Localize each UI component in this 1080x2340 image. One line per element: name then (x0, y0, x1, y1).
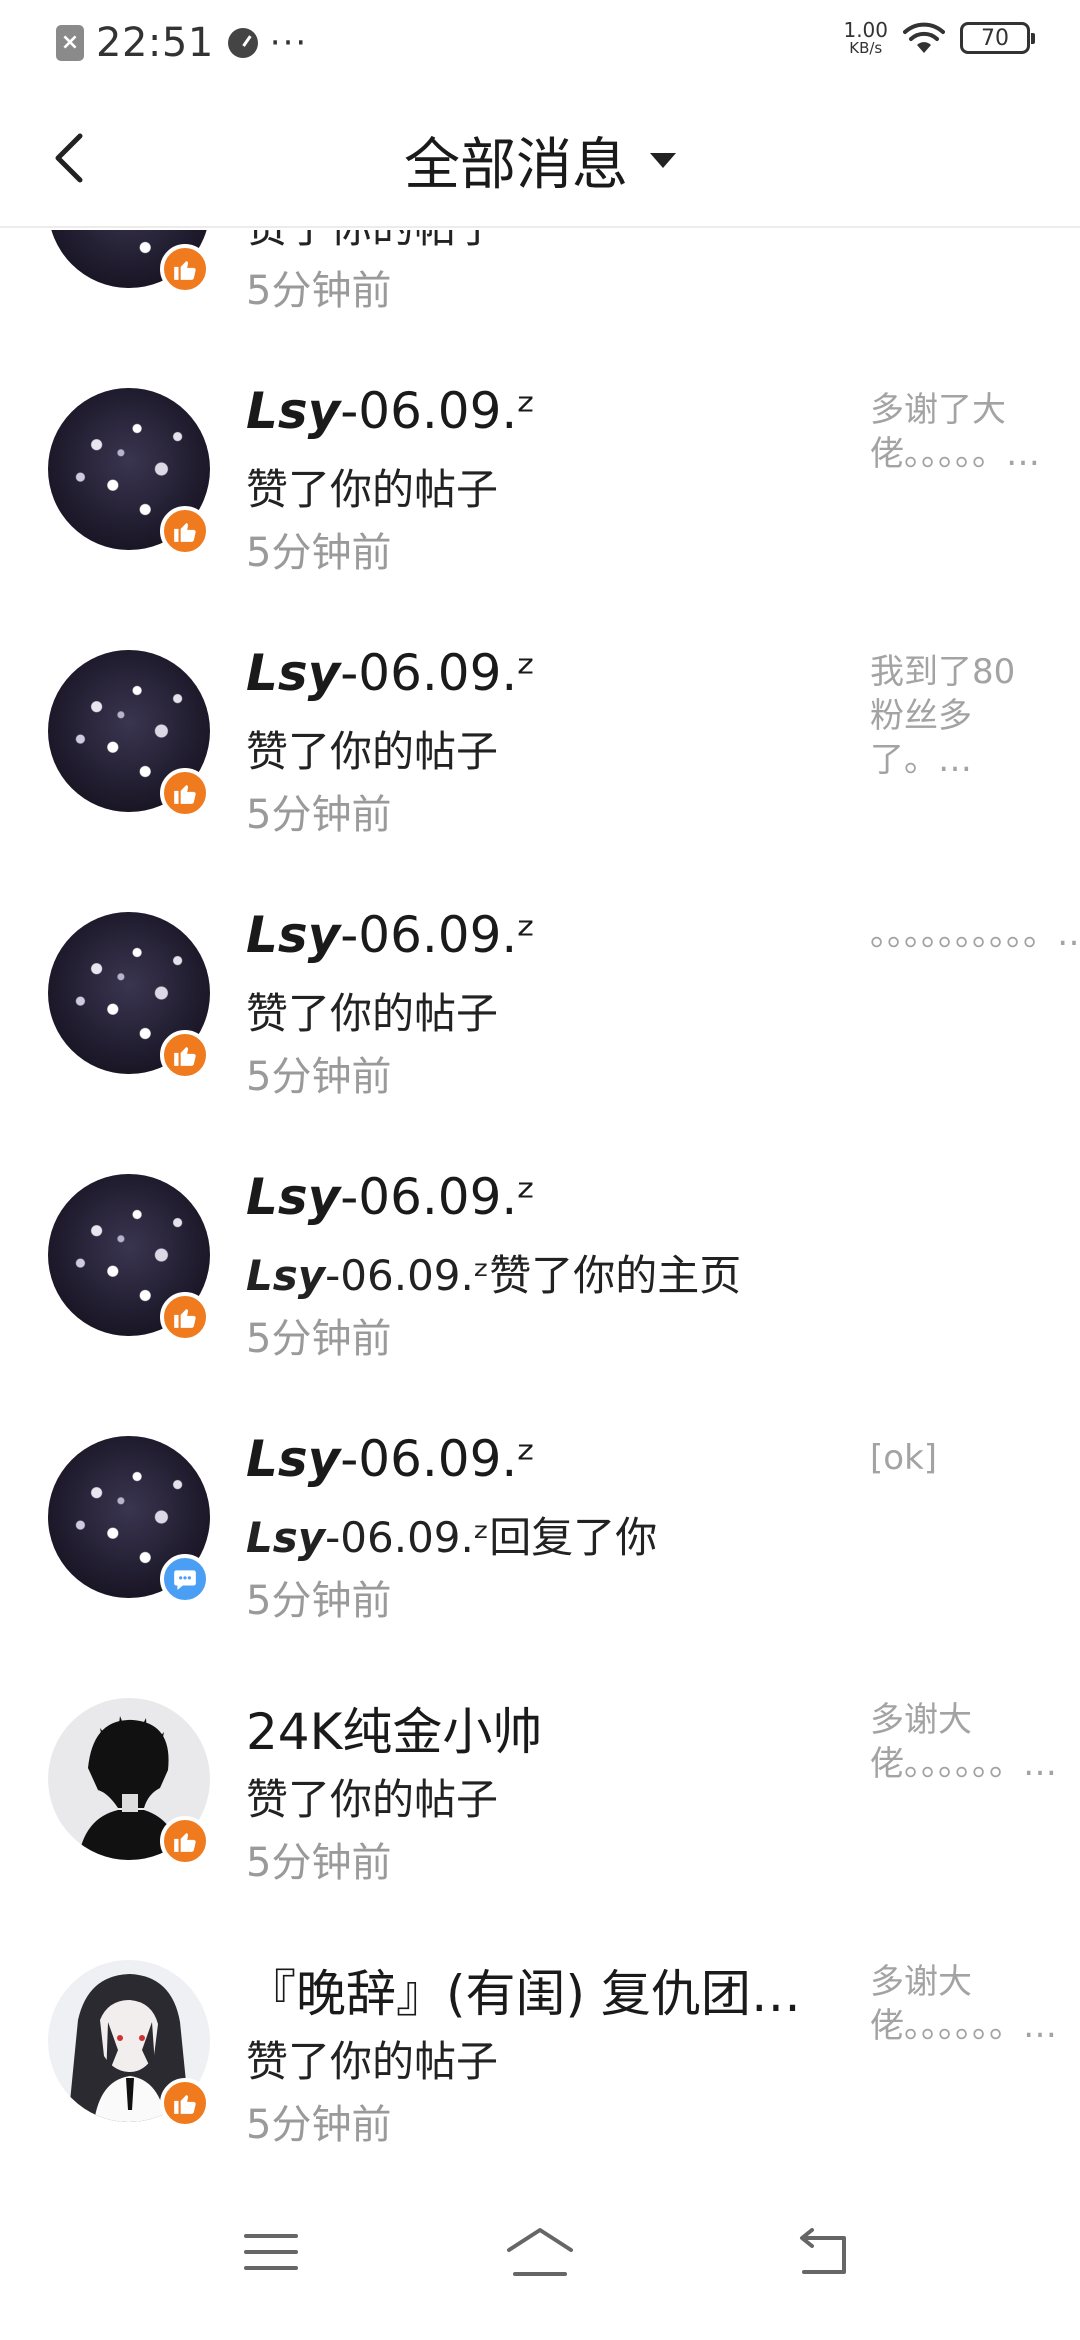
sender-name-rest: -06.09.ᶻ (340, 644, 536, 702)
message-filter-dropdown[interactable]: 全部消息 (0, 120, 1080, 201)
sender-name[interactable]: Lsy-06.09.ᶻ (246, 1168, 536, 1226)
message-item[interactable]: 『晚辞』(有闺) 复仇团… 赞了你的帖子 5分钟前 多谢大佬。。。。。。… (0, 1924, 1080, 2170)
sender-name-rest: 24K纯金小帅 (246, 1703, 543, 1761)
post-preview[interactable]: 多谢了大佬。。。。。… (870, 388, 1040, 476)
message-time: 5分钟前 (246, 530, 392, 576)
message-time: 5分钟前 (246, 792, 392, 838)
message-item[interactable]: Lsy-06.09.ᶻ Lsy-06.09.ᶻ赞了你的主页 5分钟前 (0, 1138, 1080, 1400)
action-rest: 赞了你的帖子 (246, 465, 499, 514)
action-rest: -06.09.ᶻ回复了你 (325, 1513, 658, 1562)
action-text: 赞了你的帖子 (246, 2028, 498, 2089)
home-icon[interactable] (505, 2222, 575, 2282)
status-bar: × 22:51 ··· 1.00 KB/s 70 (0, 0, 1080, 84)
more-notifications-icon: ··· (269, 23, 309, 63)
message-time: 5分钟前 (246, 1578, 392, 1624)
sender-name[interactable]: Lsy-06.09.ᶻ (246, 644, 536, 702)
status-time: 22:51 (96, 20, 214, 66)
message-item[interactable]: Lsy-06.09.ᶻ 赞了你的帖子 5分钟前 。。。。。。。。。。… (0, 876, 1080, 1138)
action-text: 赞了你的帖子 (246, 456, 498, 517)
page-title[interactable]: 全部消息 (404, 120, 628, 201)
action-text: 赞了你的帖子 (246, 980, 498, 1041)
action-rest: 赞了你的帖子 (246, 989, 499, 1038)
action-text: 赞了你的帖子 (246, 718, 498, 779)
battery-level: 70 (981, 25, 1009, 51)
sender-name-rest: -06.09.ᶻ (340, 906, 536, 964)
message-item[interactable]: Lsy-06.09.ᶻ Lsy-06.09.ᶻ回复了你 5分钟前 [ok] (0, 1400, 1080, 1662)
post-preview[interactable]: 。。。。。。。。。。… (870, 912, 1080, 956)
action-rest: 赞了你的帖子 (246, 2037, 499, 2086)
like-badge-icon (160, 1292, 210, 1342)
action-text: Lsy-06.09.ᶻ回复了你 (246, 1504, 657, 1565)
system-nav-bar (0, 2170, 1080, 2340)
message-time: 5分钟前 (246, 268, 392, 314)
sender-name[interactable]: Lsy-06.09.ᶻ (246, 1430, 536, 1488)
like-badge-icon (160, 2078, 210, 2128)
battery-icon: 70 (960, 22, 1035, 54)
like-badge-icon (160, 244, 210, 294)
message-time: 5分钟前 (246, 1054, 392, 1100)
action-bold: Lsy (246, 1251, 326, 1300)
action-rest: 赞了你的帖子 (246, 1775, 499, 1824)
system-back-icon[interactable] (790, 2222, 860, 2282)
speed-gauge-icon (227, 28, 258, 58)
like-badge-icon (160, 1816, 210, 1866)
sender-name-rest: -06.09.ᶻ (340, 1430, 536, 1488)
action-text: Lsy-06.09.ᶻ赞了你的主页 (246, 1242, 741, 1303)
sender-name[interactable]: Lsy-06.09.ᶻ (246, 382, 536, 440)
sender-name[interactable]: Lsy-06.09.ᶻ (246, 906, 536, 964)
message-time: 5分钟前 (246, 2102, 392, 2148)
action-text: 赞了你的帖子 (246, 1766, 498, 1827)
post-preview[interactable]: 多谢大佬。。。。。。… (870, 1960, 1057, 2048)
message-item[interactable]: Lsy-06.09.ᶻ 赞了你的帖子 5分钟前 多谢了大佬。。。。。… (0, 352, 1080, 614)
sender-name[interactable]: 24K纯金小帅 (246, 1692, 542, 1764)
message-time: 5分钟前 (246, 1316, 392, 1362)
sender-name-rest: -06.09.ᶻ (340, 382, 536, 440)
action-rest: 赞了你的帖子 (246, 727, 499, 776)
network-speed-unit: KB/s (849, 39, 883, 57)
sender-name[interactable]: 『晚辞』(有闺) 复仇团… (246, 1954, 801, 2026)
sender-name-bold: Lsy (246, 906, 341, 964)
action-rest: -06.09.ᶻ赞了你的主页 (325, 1251, 742, 1300)
post-preview[interactable]: 我到了80粉丝多了。… (870, 650, 1040, 782)
like-badge-icon (160, 768, 210, 818)
action-rest: 赞了你的帖子 (246, 230, 498, 252)
message-time: 5分钟前 (246, 1840, 392, 1886)
action-text: 赞了你的帖子 (246, 230, 498, 255)
sender-name-bold: Lsy (246, 1168, 341, 1226)
header: 全部消息 (0, 84, 1080, 228)
like-badge-icon (160, 506, 210, 556)
menu-icon[interactable] (236, 2222, 306, 2282)
post-preview[interactable]: 多谢大佬。。。。。。… (870, 1698, 1057, 1786)
message-item[interactable]: 赞了你的帖子 5分钟前 ？？… (0, 230, 1080, 352)
message-item[interactable]: 24K纯金小帅 赞了你的帖子 5分钟前 多谢大佬。。。。。。… (0, 1662, 1080, 1924)
sender-name-rest: -06.09.ᶻ (340, 1168, 536, 1226)
sender-name-bold: Lsy (246, 644, 341, 702)
network-speed-value: 1.00 (843, 18, 888, 42)
notification-close-icon: × (56, 25, 84, 61)
dropdown-triangle-icon[interactable] (650, 153, 676, 168)
network-speed: 1.00 KB/s (843, 20, 888, 56)
sender-name-bold: Lsy (246, 1430, 341, 1488)
action-bold: Lsy (246, 1513, 326, 1562)
like-badge-icon (160, 1030, 210, 1080)
post-preview[interactable]: [ok] (870, 1436, 1040, 1480)
wifi-icon (903, 22, 945, 53)
sender-name-rest: 『晚辞』(有闺) 复仇团… (246, 1965, 801, 2023)
message-item[interactable]: Lsy-06.09.ᶻ 赞了你的帖子 5分钟前 我到了80粉丝多了。… (0, 614, 1080, 876)
message-list[interactable]: 赞了你的帖子 5分钟前 ？？… Lsy-06.09.ᶻ 赞了你的帖子 5分钟前 … (0, 230, 1080, 2170)
reply-badge-icon (160, 1554, 210, 1604)
sender-name-bold: Lsy (246, 382, 341, 440)
